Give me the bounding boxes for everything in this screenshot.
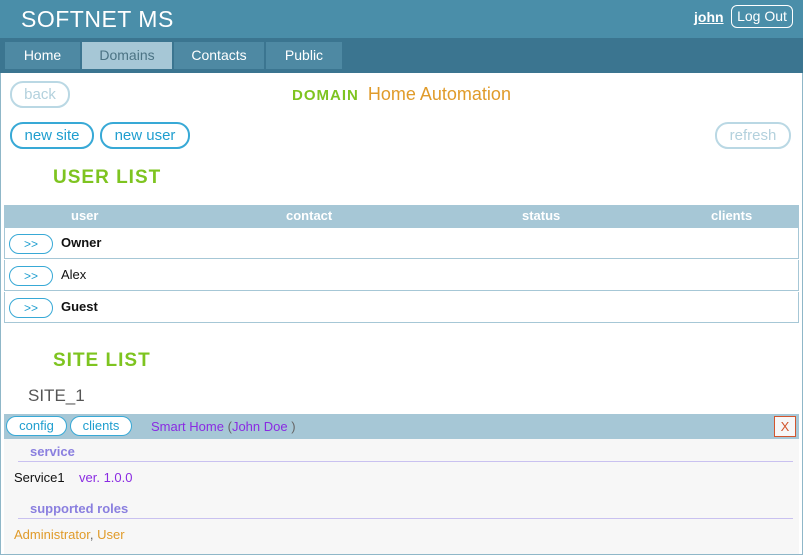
site-name: SITE_1	[28, 386, 85, 405]
current-user-link[interactable]: john	[694, 9, 724, 25]
divider	[18, 518, 793, 519]
service-heading: service	[30, 444, 75, 459]
table-row: >> Alex	[4, 260, 799, 291]
service-name: Service1	[14, 470, 65, 485]
column-header-clients: clients	[711, 208, 753, 223]
main-nav: Home Domains Contacts Public	[0, 38, 803, 73]
roles-list: Administrator, User	[14, 527, 125, 542]
user-table-header: user contact status clients	[4, 205, 799, 228]
site-toolbar: config clients Smart Home (John Doe ) X	[4, 414, 799, 439]
remove-site-button[interactable]: X	[774, 416, 796, 437]
role-item: User	[97, 527, 125, 542]
clients-button[interactable]: clients	[70, 416, 132, 436]
site-details: service Service1 ver. 1.0.0 supported ro…	[4, 439, 799, 554]
table-row: >> Owner	[4, 228, 799, 259]
tab-home[interactable]: Home	[5, 42, 80, 69]
user-list-title: USER LIST	[53, 167, 162, 188]
domain-heading: DOMAIN Home Automation	[0, 84, 803, 105]
column-header-status: status	[522, 208, 561, 223]
domain-label: DOMAIN	[292, 87, 359, 104]
app-title: SOFTNET MS	[21, 6, 174, 32]
logout-button[interactable]: Log Out	[731, 5, 793, 28]
role-separator: ,	[89, 527, 94, 542]
service-version: ver. 1.0.0	[79, 470, 133, 485]
app-header: SOFTNET MS john Log Out	[0, 0, 803, 38]
new-site-button[interactable]: new site	[10, 122, 94, 149]
open-user-button[interactable]: >>	[9, 298, 53, 318]
paren-close: )	[291, 419, 296, 434]
site-owner: John Doe	[231, 419, 288, 434]
user-name: Alex	[61, 267, 87, 282]
tab-public[interactable]: Public	[266, 42, 342, 69]
column-header-contact: contact	[286, 208, 333, 223]
roles-heading: supported roles	[30, 501, 129, 516]
site-list-title: SITE LIST	[53, 350, 151, 371]
tab-contacts[interactable]: Contacts	[174, 42, 264, 69]
site-info: Smart Home (John Doe )	[151, 419, 296, 434]
column-header-user: user	[71, 208, 99, 223]
user-name: Guest	[61, 299, 98, 314]
open-user-button[interactable]: >>	[9, 266, 53, 286]
site-info-name: Smart Home	[151, 419, 224, 434]
table-row: >> Guest	[4, 292, 799, 323]
new-user-button[interactable]: new user	[100, 122, 190, 149]
config-button[interactable]: config	[6, 416, 67, 436]
user-name: Owner	[61, 235, 102, 250]
role-item: Administrator	[14, 527, 90, 542]
tab-domains[interactable]: Domains	[82, 42, 172, 69]
open-user-button[interactable]: >>	[9, 234, 53, 254]
divider	[18, 461, 793, 462]
domain-name: Home Automation	[367, 84, 511, 104]
refresh-button[interactable]: refresh	[715, 122, 791, 149]
